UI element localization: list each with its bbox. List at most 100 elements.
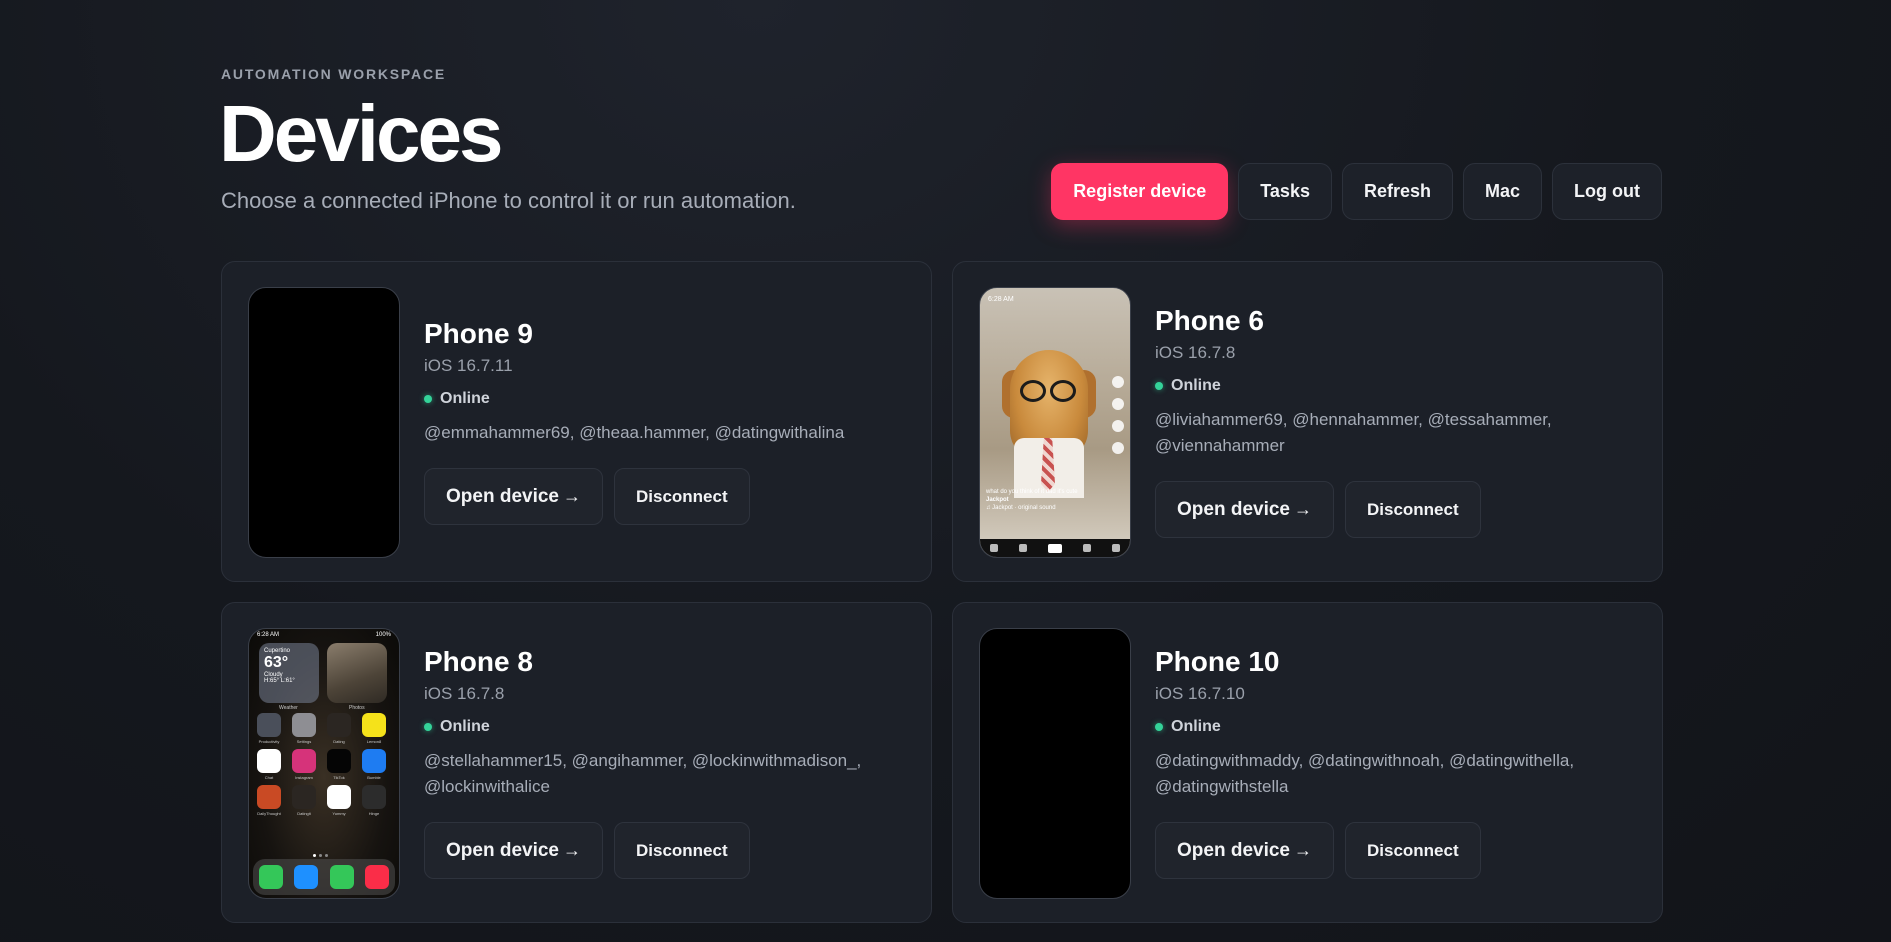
phone-status-bar: 6:28 AM	[980, 296, 1130, 310]
video-caption: what do you think of it dad it's cute Ja…	[986, 488, 1106, 512]
mac-button[interactable]: Mac	[1463, 163, 1543, 220]
app-icon: Hinge	[362, 785, 386, 816]
photos-widget	[327, 643, 387, 703]
app-label: Hinge	[368, 811, 380, 816]
open-device-button[interactable]: Open device →	[424, 468, 603, 525]
heart-icon	[1112, 398, 1124, 410]
app-icon: Bumble	[362, 749, 386, 780]
page-indicator	[313, 854, 328, 857]
app-dock	[253, 859, 395, 895]
device-card: 6:28 AM 100% Cupertino 63° Cloudy H:65° …	[221, 602, 932, 923]
device-screen-preview[interactable]: 6:28 AM what do you think of it dad it's…	[979, 287, 1131, 558]
device-card: Phone 9 iOS 16.7.11 Online @emmahammer69…	[221, 261, 932, 582]
device-card: 6:28 AM what do you think of it dad it's…	[952, 261, 1663, 582]
app-icon: Instagram	[292, 749, 316, 780]
plus-icon	[1047, 543, 1062, 553]
weather-widget-label: Weather	[279, 705, 298, 711]
app-icon: DailyThought	[257, 785, 281, 816]
phone-time: 6:28 AM	[988, 296, 1014, 303]
register-device-button[interactable]: Register device	[1051, 163, 1229, 220]
device-grid: Phone 9 iOS 16.7.11 Online @emmahammer69…	[221, 261, 1663, 923]
open-device-button[interactable]: Open device →	[1155, 481, 1334, 538]
phone-time: 6:28 AM	[257, 632, 280, 638]
app-label: Productivity	[258, 739, 280, 744]
page-title: Devices	[219, 89, 503, 178]
dock-app-icon	[294, 865, 319, 889]
open-device-label: Open device	[446, 485, 559, 507]
app-icon: Chat	[257, 749, 281, 780]
device-screen-preview[interactable]	[248, 287, 400, 558]
glasses-icon	[1050, 380, 1076, 402]
comment-icon	[1112, 420, 1124, 432]
refresh-button[interactable]: Refresh	[1341, 163, 1453, 220]
toolbar: Register device Tasks Refresh Mac Log ou…	[1051, 163, 1662, 220]
app-grid: Productivity Settings Dating Lemon8 Chat Inst…	[257, 713, 393, 816]
dock-app-icon	[258, 865, 283, 889]
device-screen-preview[interactable]: 6:28 AM 100% Cupertino 63° Cloudy H:65° …	[248, 628, 400, 899]
app-icon: Productivity	[257, 713, 281, 744]
avatar-icon	[1112, 376, 1124, 388]
open-device-label: Open device	[1177, 839, 1290, 861]
dock-app-icon	[329, 865, 354, 889]
disconnect-button[interactable]: Disconnect	[614, 468, 750, 525]
device-info: Phone 10 iOS 16.7.10 Online @datingwithm…	[1155, 603, 1632, 922]
disconnect-button[interactable]: Disconnect	[1345, 481, 1481, 538]
device-actions: Open device → Disconnect	[1155, 822, 1632, 879]
phone-status-bar: 6:28 AM 100%	[249, 632, 399, 640]
app-nav-bar	[980, 539, 1130, 557]
device-name: Phone 8	[424, 646, 533, 677]
status-badge: Online	[1155, 377, 1632, 395]
caption-text: what do you think of it dad it's cute	[986, 489, 1078, 495]
weather-range: H:65° L:61°	[264, 678, 295, 684]
dock-app-icon	[365, 865, 390, 889]
online-dot-icon	[424, 395, 432, 403]
disconnect-button[interactable]: Disconnect	[614, 822, 750, 879]
app-label: DailyThought	[257, 811, 281, 816]
status-label: Online	[1171, 718, 1221, 735]
open-device-label: Open device	[1177, 498, 1290, 520]
app-icon: Datingit	[292, 785, 316, 816]
caption-title: Jackpot	[986, 497, 1009, 503]
disconnect-button[interactable]: Disconnect	[1345, 822, 1481, 879]
logout-button[interactable]: Log out	[1552, 163, 1662, 220]
device-screen-preview[interactable]	[979, 628, 1131, 899]
device-name: Phone 9	[424, 318, 533, 349]
app-label: Instagram	[295, 775, 313, 780]
device-accounts: @stellahammer15, @angihammer, @lockinwit…	[424, 751, 862, 796]
device-ios-version: iOS 16.7.10	[1155, 684, 1245, 703]
arrow-right-icon: →	[1294, 499, 1312, 519]
open-device-button[interactable]: Open device →	[424, 822, 603, 879]
device-actions: Open device → Disconnect	[424, 468, 901, 525]
inbox-icon	[1082, 544, 1091, 552]
device-actions: Open device → Disconnect	[1155, 481, 1632, 538]
status-badge: Online	[424, 390, 901, 408]
device-accounts: @datingwithmaddy, @datingwithnoah, @dati…	[1155, 751, 1575, 796]
status-label: Online	[440, 390, 490, 407]
status-label: Online	[1171, 377, 1221, 394]
page-dot	[319, 854, 322, 857]
app-icon: Yummy	[327, 785, 351, 816]
app-label: TikTok	[333, 775, 345, 780]
device-ios-version: iOS 16.7.8	[424, 684, 505, 703]
device-actions: Open device → Disconnect	[424, 822, 901, 879]
device-card: Phone 10 iOS 16.7.10 Online @datingwithm…	[952, 602, 1663, 923]
friends-icon	[1019, 544, 1028, 552]
online-dot-icon	[424, 723, 432, 731]
page-dot	[325, 854, 328, 857]
weather-widget: Cupertino 63° Cloudy H:65° L:61°	[259, 643, 319, 703]
device-info: Phone 6 iOS 16.7.8 Online @liviahammer69…	[1155, 262, 1632, 581]
eyebrow: AUTOMATION WORKSPACE	[221, 66, 446, 82]
device-name: Phone 10	[1155, 646, 1280, 677]
online-dot-icon	[1155, 382, 1163, 390]
open-device-button[interactable]: Open device →	[1155, 822, 1334, 879]
device-accounts: @liviahammer69, @hennahammer, @tessahamm…	[1155, 410, 1552, 455]
page-subtitle: Choose a connected iPhone to control it …	[221, 188, 796, 213]
page-dot	[313, 854, 316, 857]
app-label: Datingit	[297, 811, 311, 816]
app-label: Lemon8	[366, 739, 382, 744]
app-label: Settings	[296, 739, 312, 744]
bookmark-icon	[1112, 442, 1124, 454]
caption-sound: ♫ Jackpot · original sound	[986, 505, 1056, 511]
app-label: Yummy	[332, 811, 346, 816]
tasks-button[interactable]: Tasks	[1238, 163, 1332, 220]
